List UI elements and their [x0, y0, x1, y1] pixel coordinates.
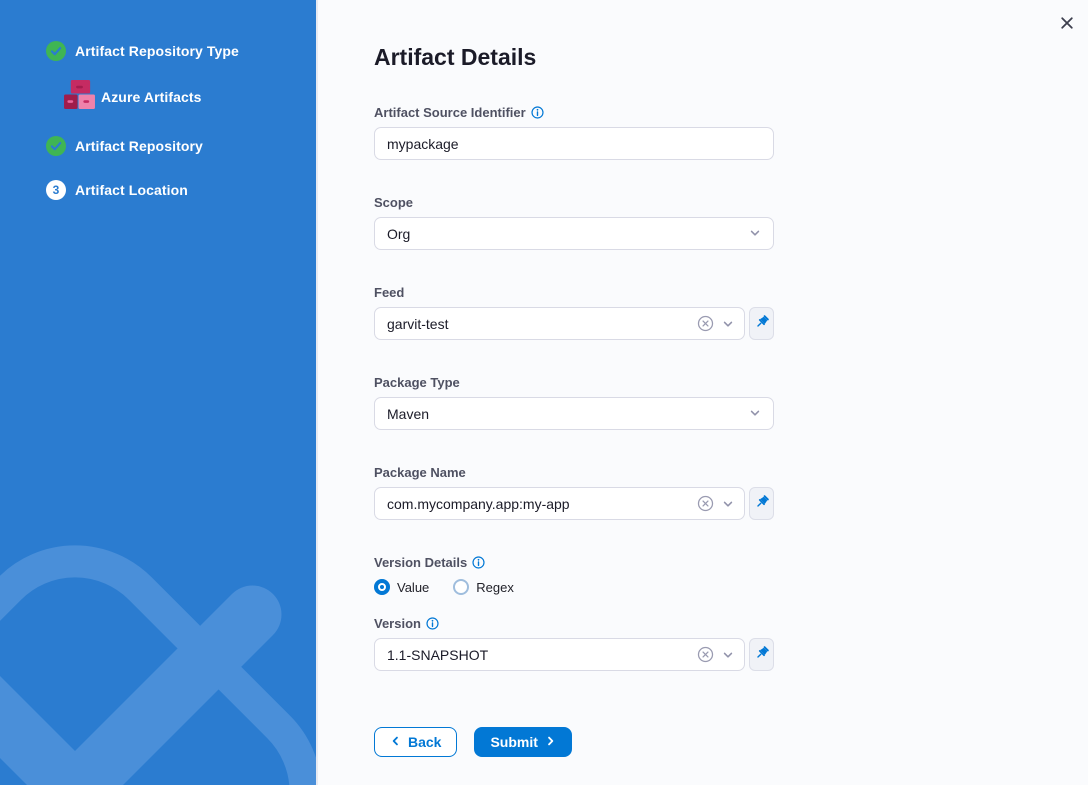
artifact-details-panel: Artifact Details Artifact Source Identif…: [316, 0, 1088, 785]
radio-unselected-icon[interactable]: [453, 579, 469, 595]
chevron-down-icon: [749, 406, 761, 422]
scope-label: Scope: [374, 195, 413, 210]
package-type-select[interactable]: Maven: [374, 397, 774, 430]
form-actions: Back Submit: [374, 727, 774, 757]
package-name-input[interactable]: [387, 496, 689, 512]
clear-icon[interactable]: [697, 646, 714, 663]
scope-selected-value: Org: [387, 226, 410, 242]
info-icon[interactable]: [426, 617, 439, 630]
wizard-sidebar: Artifact Repository Type Azure Artifacts: [0, 0, 316, 785]
step-label: Artifact Repository: [75, 138, 203, 154]
step-artifact-location[interactable]: 3 Artifact Location: [46, 180, 316, 200]
wizard-steps: Artifact Repository Type Azure Artifacts: [0, 0, 316, 200]
version-combobox[interactable]: [374, 638, 745, 671]
submit-button[interactable]: Submit: [474, 727, 571, 757]
azure-artifacts-icon: [64, 80, 95, 114]
clear-icon[interactable]: [697, 495, 714, 512]
clear-icon[interactable]: [697, 315, 714, 332]
close-icon[interactable]: [1056, 12, 1078, 34]
back-button-label: Back: [408, 734, 441, 750]
feed-input[interactable]: [387, 316, 689, 332]
selected-repository-type-label: Azure Artifacts: [101, 89, 202, 105]
step-label: Artifact Location: [75, 182, 188, 198]
step-artifact-repository-type[interactable]: Artifact Repository Type: [46, 41, 316, 61]
feed-field: Feed: [374, 284, 774, 340]
info-icon[interactable]: [531, 106, 544, 119]
package-type-field: Package Type Maven: [374, 374, 774, 430]
feed-combobox[interactable]: [374, 307, 745, 340]
version-label: Version: [374, 616, 421, 631]
package-type-selected-value: Maven: [387, 406, 429, 422]
step-label: Artifact Repository Type: [75, 43, 239, 59]
package-name-label: Package Name: [374, 465, 466, 480]
artifact-source-identifier-label: Artifact Source Identifier: [374, 105, 526, 120]
pin-icon: [754, 494, 770, 513]
radio-regex-label: Regex: [476, 580, 514, 595]
chevron-down-icon[interactable]: [722, 318, 734, 330]
page-title: Artifact Details: [374, 44, 774, 71]
version-field: Version: [374, 615, 774, 671]
step-number-badge: 3: [46, 180, 66, 200]
step-artifact-repository[interactable]: Artifact Repository: [46, 136, 316, 156]
version-details-label: Version Details: [374, 555, 467, 570]
pin-icon: [754, 645, 770, 664]
package-type-label: Package Type: [374, 375, 460, 390]
chevron-down-icon: [749, 226, 761, 242]
submit-button-label: Submit: [490, 734, 537, 750]
package-name-combobox[interactable]: [374, 487, 745, 520]
version-details-field: Version Details Value Regex: [374, 554, 774, 597]
radio-selected-icon[interactable]: [374, 579, 390, 595]
info-icon[interactable]: [472, 556, 485, 569]
step-complete-check-icon: [46, 136, 66, 156]
step-complete-check-icon: [46, 41, 66, 61]
package-name-field: Package Name: [374, 464, 774, 520]
pin-button[interactable]: [749, 638, 774, 671]
chevron-down-icon[interactable]: [722, 649, 734, 661]
radio-value[interactable]: Value: [374, 579, 429, 595]
scope-select[interactable]: Org: [374, 217, 774, 250]
radio-regex[interactable]: Regex: [453, 579, 514, 595]
artifact-source-identifier-field: Artifact Source Identifier: [374, 104, 774, 160]
chevron-right-icon: [545, 734, 556, 750]
selected-repository-type: Azure Artifacts: [64, 80, 316, 114]
radio-value-label: Value: [397, 580, 429, 595]
scope-field: Scope Org: [374, 194, 774, 250]
version-input[interactable]: [387, 647, 689, 663]
harness-logo-watermark: [0, 492, 316, 785]
chevron-down-icon[interactable]: [722, 498, 734, 510]
chevron-left-icon: [390, 734, 401, 750]
pin-button[interactable]: [749, 307, 774, 340]
back-button[interactable]: Back: [374, 727, 457, 757]
feed-label: Feed: [374, 285, 404, 300]
pin-icon: [754, 314, 770, 333]
pin-button[interactable]: [749, 487, 774, 520]
artifact-source-identifier-input[interactable]: [374, 127, 774, 160]
